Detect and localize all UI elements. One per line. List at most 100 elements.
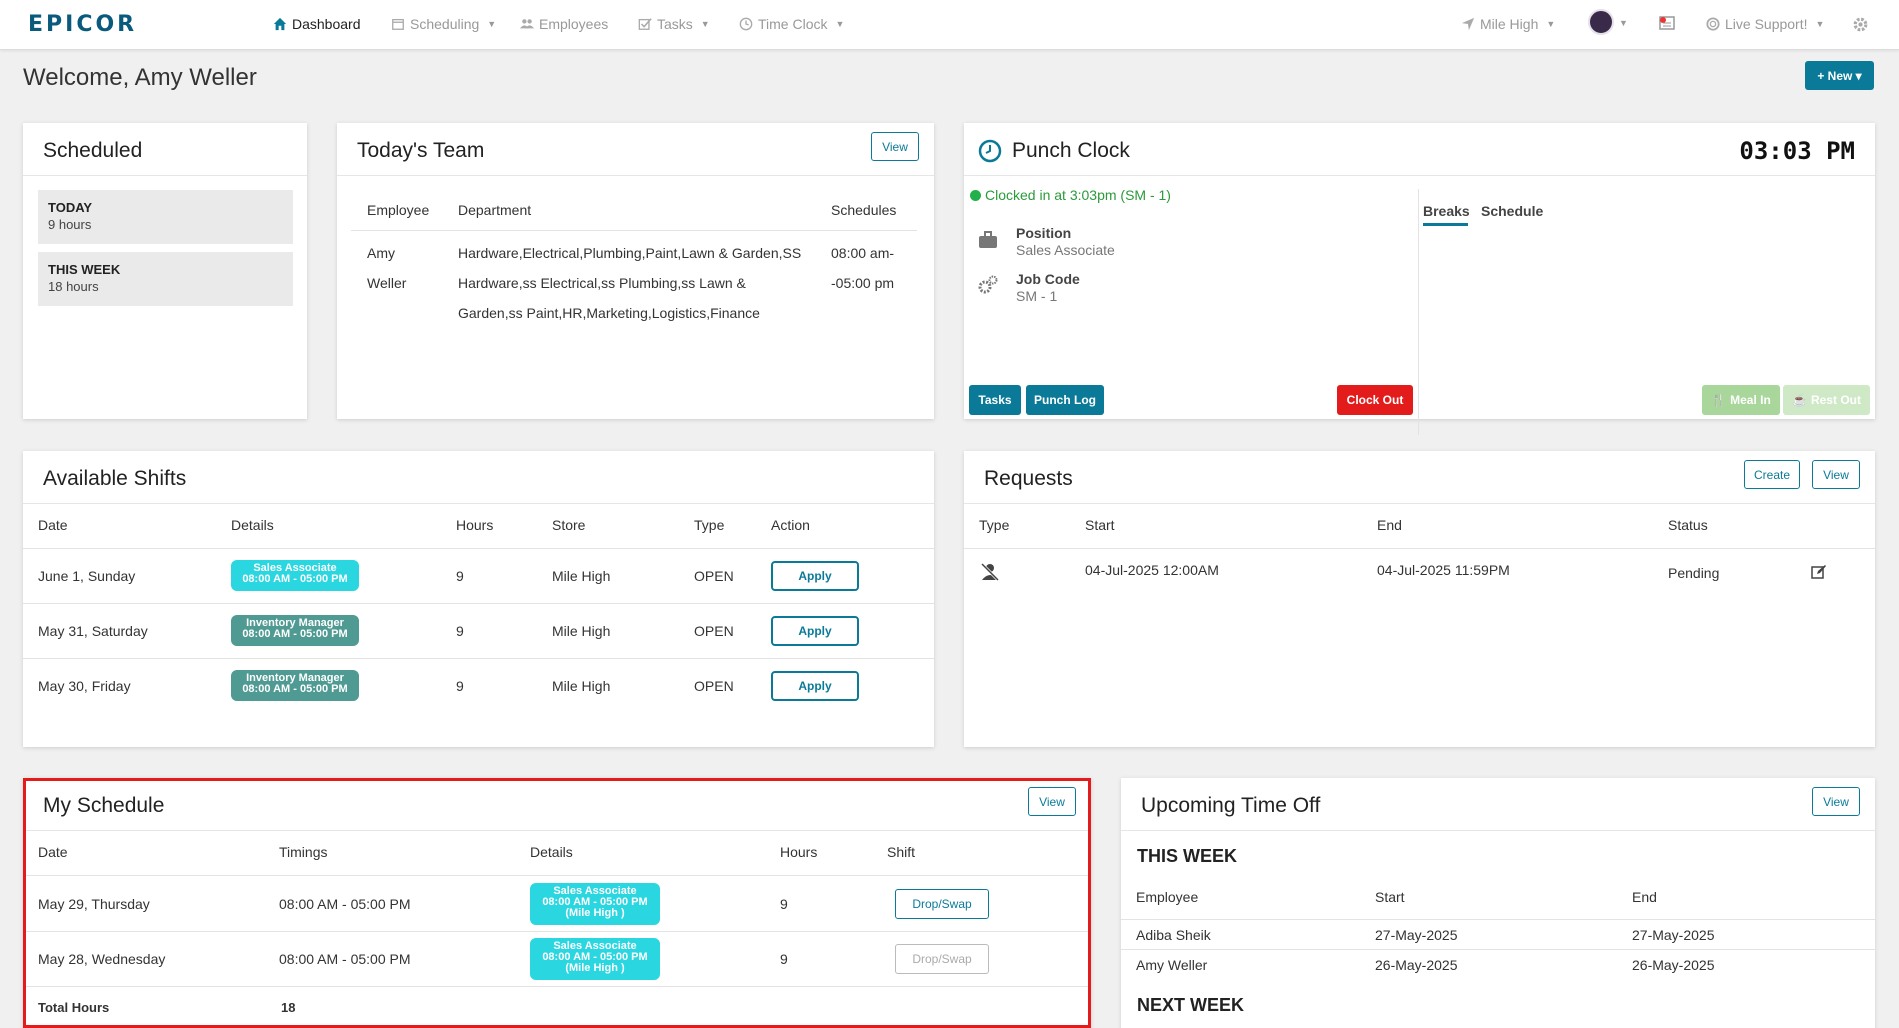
rest-out-button[interactable]: ☕ Rest Out (1783, 385, 1870, 415)
col-hours: Hours (780, 844, 818, 860)
shift-hours: 9 (456, 568, 464, 584)
divider (23, 548, 934, 549)
clock-status-text: Clocked in at 3:03pm (SM - 1) (985, 187, 1171, 203)
position-field: Position Sales Associate (1016, 225, 1115, 258)
user-avatar[interactable] (1588, 9, 1614, 35)
schedule-detail-badge: Sales Associate 08:00 AM - 05:00 PM (Mile … (530, 883, 660, 925)
drop-swap-button-disabled[interactable]: Drop/Swap (895, 944, 989, 974)
time-off-end: 27-May-2025 (1632, 927, 1715, 943)
col-schedules: Schedules (831, 202, 897, 218)
new-button[interactable]: + New ▾ (1805, 61, 1874, 90)
calendar-icon (392, 18, 404, 30)
todays-team-title: Today's Team (357, 139, 485, 162)
divider (23, 931, 1091, 932)
team-dept-line2: Hardware,ss Electrical,ss Plumbing,ss La… (458, 275, 746, 291)
requests-title: Requests (984, 467, 1073, 490)
nav-time-clock-label: Time Clock (758, 16, 828, 32)
team-employee-line1: Amy (367, 245, 395, 261)
shift-type: OPEN (694, 568, 734, 584)
clock-status: Clocked in at 3:03pm (SM - 1) (970, 187, 1171, 203)
users-icon (520, 19, 534, 29)
apply-button[interactable]: Apply (771, 561, 859, 591)
shift-detail-badge: Inventory Manager 08:00 AM - 05:00 PM (231, 615, 359, 646)
shift-date: May 30, Friday (38, 678, 131, 694)
gear-icon[interactable] (1852, 16, 1869, 33)
coffee-icon: ☕ (1792, 393, 1807, 407)
time-off-view-button[interactable]: View (1812, 787, 1860, 816)
apply-button[interactable]: Apply (771, 616, 859, 646)
job-code-value: SM - 1 (1016, 288, 1058, 304)
store-selector[interactable]: Mile High ▼ (1461, 16, 1555, 32)
this-week-heading: THIS WEEK (1137, 846, 1238, 866)
my-schedule-card: My Schedule View Date Timings Details Ho… (23, 778, 1091, 1028)
shift-type: OPEN (694, 678, 734, 694)
tab-schedule[interactable]: Schedule (1481, 203, 1543, 219)
punch-clock-title: Punch Clock (1012, 139, 1130, 162)
shift-hours: 9 (456, 678, 464, 694)
schedule-date: May 28, Wednesday (38, 951, 166, 967)
messages-flag-icon[interactable] (1658, 16, 1676, 32)
tab-breaks[interactable]: Breaks (1423, 203, 1470, 219)
chevron-down-icon: ▼ (487, 19, 497, 29)
chevron-down-icon: ▼ (1546, 19, 1556, 29)
nav-dashboard[interactable]: Dashboard (273, 16, 361, 32)
time-off-employee: Adiba Sheik (1136, 927, 1211, 943)
nav-time-clock[interactable]: Time Clock ▼ (739, 16, 844, 32)
col-details: Details (231, 517, 274, 533)
meal-in-button[interactable]: 🍴 Meal In (1702, 385, 1780, 415)
drop-swap-button[interactable]: Drop/Swap (895, 889, 989, 919)
nav-employees[interactable]: Employees (520, 16, 608, 32)
apply-button[interactable]: Apply (771, 671, 859, 701)
shift-date: May 31, Saturday (38, 623, 148, 639)
divider (1121, 919, 1875, 920)
divider (23, 603, 934, 604)
total-hours-value: 18 (281, 1000, 296, 1015)
requests-card: Requests Create View Type Start End Stat… (964, 451, 1875, 747)
col-status: Status (1668, 517, 1708, 533)
today-summary: TODAY 9 hours (38, 190, 293, 244)
team-view-button[interactable]: View (871, 132, 919, 161)
col-hours: Hours (456, 517, 494, 533)
create-request-button[interactable]: Create (1744, 460, 1800, 489)
shift-store: Mile High (552, 623, 611, 639)
nav-tasks[interactable]: Tasks ▼ (638, 16, 710, 32)
available-shifts-card: Available Shifts Date Details Hours Stor… (23, 451, 934, 747)
divider (1121, 949, 1875, 950)
active-tab-indicator (1423, 223, 1468, 226)
rest-out-label: Rest Out (1810, 393, 1861, 407)
edit-icon[interactable] (1811, 564, 1827, 580)
shift-store: Mile High (552, 568, 611, 584)
nav-dashboard-label: Dashboard (292, 16, 361, 32)
team-schedule-line1: 08:00 am- (831, 245, 895, 261)
position-label: Position (1016, 225, 1072, 241)
live-support[interactable]: Live Support! ▼ (1706, 16, 1824, 32)
requests-view-button[interactable]: View (1812, 460, 1860, 489)
team-employee-line2: Weller (367, 275, 407, 291)
divider (1418, 189, 1419, 435)
tasks-button[interactable]: Tasks (969, 385, 1021, 415)
chevron-down-icon[interactable]: ▼ (1619, 18, 1628, 28)
col-date: Date (38, 844, 68, 860)
live-support-label: Live Support! (1725, 16, 1808, 32)
user-slash-icon (980, 562, 1000, 582)
schedule-hours: 9 (780, 951, 788, 967)
epicor-logo[interactable]: EPICOR (28, 12, 137, 37)
shift-time: 08:00 AM - 05:00 PM (242, 573, 348, 585)
chevron-down-icon: ▼ (1815, 19, 1825, 29)
request-start: 04-Jul-2025 12:00AM (1085, 562, 1219, 578)
next-week-heading: NEXT WEEK (1137, 995, 1245, 1015)
briefcase-icon (979, 231, 997, 248)
col-employee: Employee (1136, 889, 1199, 905)
time-off-start: 26-May-2025 (1375, 957, 1458, 973)
my-schedule-view-button[interactable]: View (1028, 787, 1076, 816)
punch-log-button[interactable]: Punch Log (1026, 385, 1104, 415)
nav-scheduling[interactable]: Scheduling ▼ (391, 16, 496, 32)
job-code-field: Job Code SM - 1 (1016, 271, 1080, 304)
week-label: THIS WEEK (48, 262, 121, 277)
shift-store: Mile High (552, 678, 611, 694)
gears-icon (978, 275, 998, 294)
divider (351, 230, 917, 231)
divider (1121, 830, 1875, 831)
current-time: 03:03 PM (1739, 137, 1855, 165)
clock-out-button[interactable]: Clock Out (1337, 385, 1413, 415)
